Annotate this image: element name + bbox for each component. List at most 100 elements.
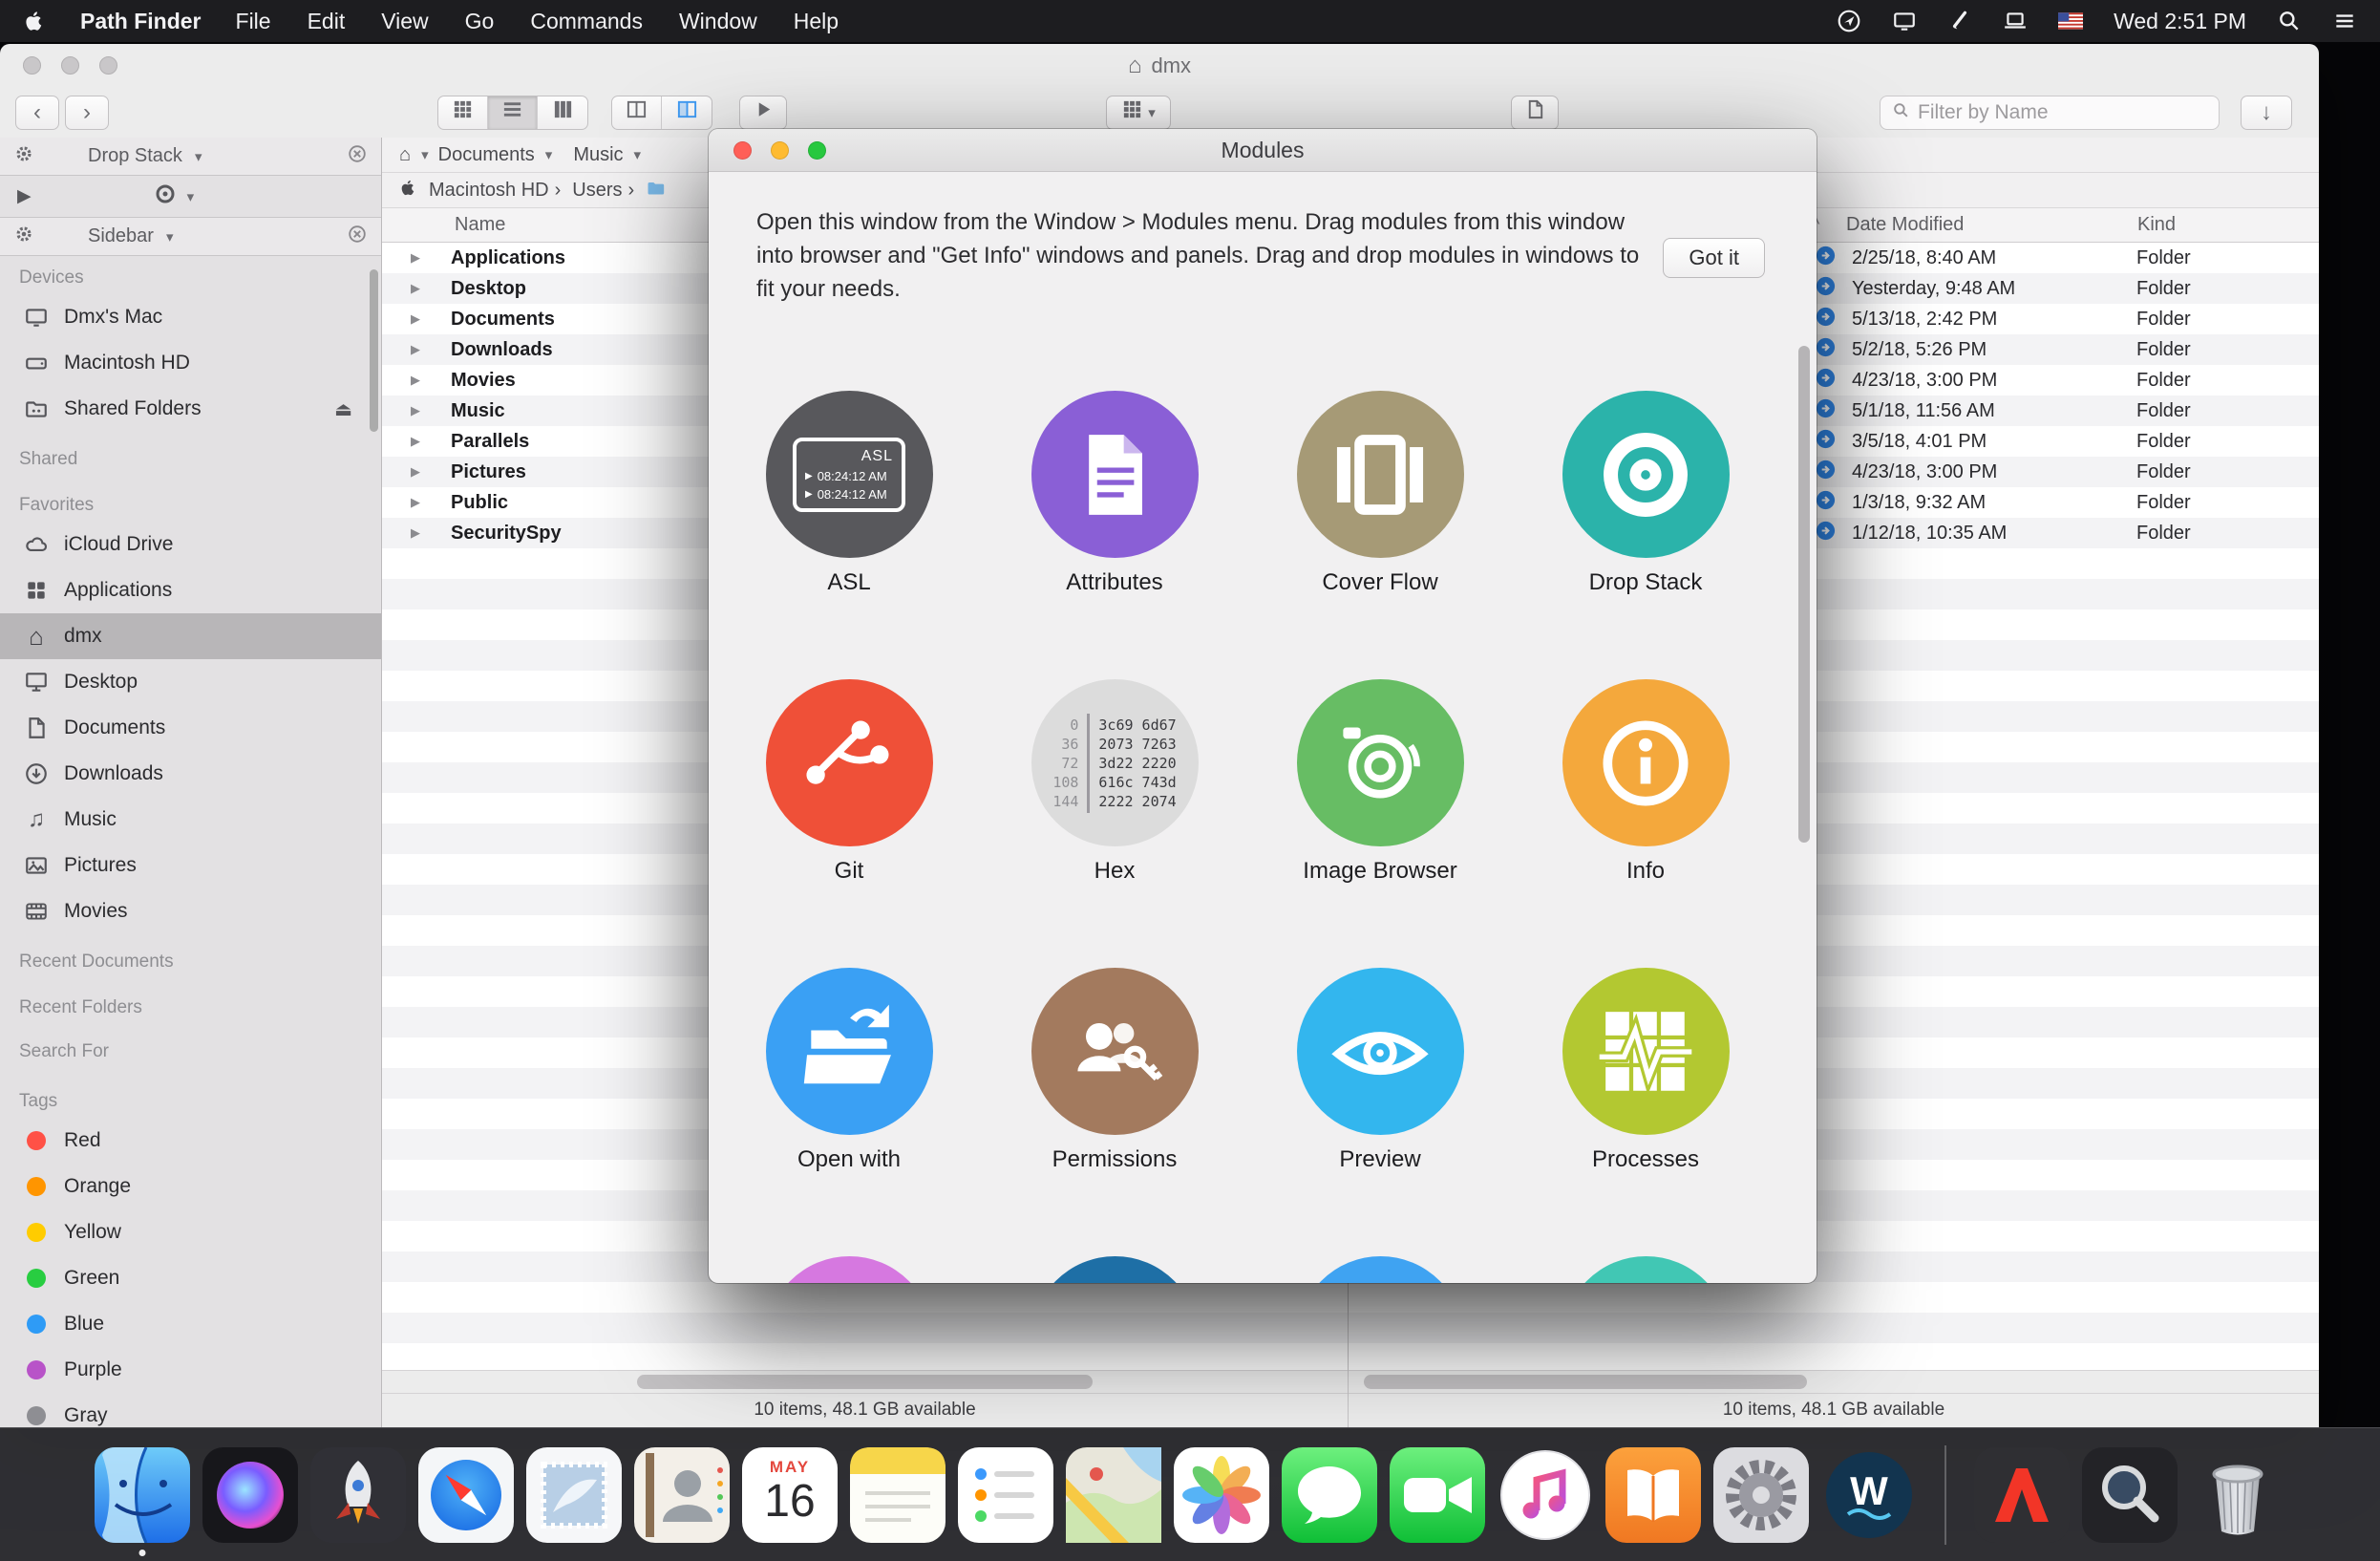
module-tile[interactable]: Attributes xyxy=(982,391,1247,598)
module-icon[interactable] xyxy=(1562,968,1730,1135)
dock-item[interactable] xyxy=(1282,1447,1377,1543)
breadcrumb-item[interactable]: Music▾ xyxy=(573,144,641,166)
dock-item[interactable] xyxy=(202,1447,298,1543)
module-tile[interactable]: Permissions xyxy=(982,968,1247,1175)
breadcrumb-item[interactable]: Documents▾ xyxy=(438,144,553,166)
menu-bar-clock[interactable]: Wed 2:51 PM xyxy=(2114,9,2246,34)
column-header-name[interactable]: Name xyxy=(455,208,505,242)
module-tile[interactable]: Preview xyxy=(1247,968,1513,1175)
disclosure-triangle-icon[interactable]: ▶ xyxy=(411,434,426,449)
play-toolbar-button[interactable] xyxy=(739,96,787,130)
laptop-status-icon[interactable] xyxy=(2003,9,2028,33)
sidebar-item-favorite[interactable]: ⌂ dmx xyxy=(0,613,381,659)
breadcrumb-home[interactable]: ⌂▾ xyxy=(399,144,429,166)
close-button[interactable] xyxy=(23,56,41,75)
dock-item[interactable]: MAY16 xyxy=(742,1447,838,1543)
sidebar-item-favorite[interactable]: iCloud Drive xyxy=(0,522,381,567)
menu-item[interactable]: Window xyxy=(679,9,757,34)
dock-item[interactable] xyxy=(1713,1447,1809,1543)
single-pane-button[interactable] xyxy=(612,96,662,129)
dock-item[interactable] xyxy=(2190,1447,2285,1543)
disclosure-triangle-icon[interactable]: ▶ xyxy=(411,495,426,510)
module-icon[interactable] xyxy=(1297,391,1464,558)
module-tile[interactable]: Processes xyxy=(1513,968,1778,1175)
window-titlebar[interactable]: ⌂dmx xyxy=(0,44,2319,88)
module-icon[interactable] xyxy=(1031,391,1199,558)
dock-item[interactable] xyxy=(1498,1447,1593,1543)
module-icon[interactable] xyxy=(1031,1256,1199,1283)
dialog-titlebar[interactable]: Modules xyxy=(709,129,1817,172)
section-recent-folders[interactable]: Recent Folders xyxy=(0,992,381,1024)
minimize-button[interactable] xyxy=(771,141,789,160)
play-icon[interactable]: ▶ xyxy=(17,185,32,207)
module-tile[interactable]: Open with xyxy=(716,968,982,1175)
module-icon[interactable]: 036721081443c69 6d672073 72633d22 222061… xyxy=(1031,679,1199,846)
disclosure-triangle-icon[interactable]: ▶ xyxy=(411,525,426,541)
section-recent-documents[interactable]: Recent Documents xyxy=(0,946,381,978)
module-icon[interactable] xyxy=(1031,968,1199,1135)
column-header-date-modified[interactable]: Date Modified xyxy=(1846,208,1964,242)
menu-item[interactable]: Help xyxy=(794,9,839,34)
close-panel-icon[interactable] xyxy=(347,224,368,250)
sidebar-item-favorite[interactable]: Downloads xyxy=(0,751,381,797)
path-segment[interactable]: Macintosh HD› xyxy=(429,180,561,202)
sidebar-item-favorite[interactable]: ♫ Music xyxy=(0,797,381,843)
module-tile-partial[interactable] xyxy=(1247,1256,1513,1283)
module-icon[interactable] xyxy=(1297,968,1464,1135)
module-icon[interactable] xyxy=(1562,391,1730,558)
module-tile[interactable]: Image Browser xyxy=(1247,679,1513,887)
got-it-button[interactable]: Got it xyxy=(1663,238,1765,278)
sidebar-item-favorite[interactable]: Applications xyxy=(0,567,381,613)
dock-item[interactable] xyxy=(526,1447,622,1543)
scrollbar-thumb[interactable] xyxy=(1364,1375,1807,1389)
zoom-button[interactable] xyxy=(99,56,117,75)
menu-item[interactable]: Edit xyxy=(308,9,346,34)
gear-icon[interactable] xyxy=(13,143,34,170)
dual-pane-button[interactable] xyxy=(662,96,712,129)
module-icon[interactable] xyxy=(1297,1256,1464,1283)
eject-icon[interactable]: ⏏ xyxy=(334,397,352,421)
back-button[interactable]: ‹ xyxy=(15,96,59,130)
icon-view-button[interactable] xyxy=(438,96,488,129)
forward-button[interactable]: › xyxy=(65,96,109,130)
module-tile[interactable]: Cover Flow xyxy=(1247,391,1513,598)
module-icon[interactable]: ASL▶08:24:12 AM▶08:24:12 AM xyxy=(766,391,933,558)
pen-status-icon[interactable] xyxy=(1947,9,1972,33)
sidebar-item-favorite[interactable]: Documents xyxy=(0,705,381,751)
app-menu-title[interactable]: Path Finder xyxy=(80,9,202,34)
module-icon[interactable] xyxy=(766,679,933,846)
chevron-down-icon[interactable]: ▾ xyxy=(187,188,195,205)
column-view-button[interactable] xyxy=(538,96,587,129)
minimize-button[interactable] xyxy=(61,56,79,75)
dock-item[interactable] xyxy=(1066,1447,1161,1543)
column-header-kind[interactable]: Kind xyxy=(2137,208,2176,242)
dock-item[interactable] xyxy=(2082,1447,2178,1543)
module-icon[interactable] xyxy=(766,1256,933,1283)
chevron-down-icon[interactable]: ▾ xyxy=(166,228,174,246)
disclosure-triangle-icon[interactable]: ▶ xyxy=(411,464,426,480)
dock-item[interactable] xyxy=(418,1447,514,1543)
module-tile[interactable]: Git xyxy=(716,679,982,887)
sidebar-item-tag[interactable]: Yellow xyxy=(0,1209,381,1255)
sidebar-item-tag[interactable]: Blue xyxy=(0,1301,381,1347)
sidebar-item-device[interactable]: Shared Folders ⏏ xyxy=(0,386,381,432)
module-icon[interactable] xyxy=(1297,679,1464,846)
scrollbar-thumb[interactable] xyxy=(637,1375,1093,1389)
download-button[interactable]: ↓ xyxy=(2241,96,2292,130)
menu-item[interactable]: Commands xyxy=(530,9,643,34)
sidebar-item-tag[interactable]: Purple xyxy=(0,1347,381,1393)
dock-item[interactable] xyxy=(634,1447,730,1543)
menu-item[interactable]: View xyxy=(381,9,428,34)
dock-item[interactable] xyxy=(1390,1447,1485,1543)
module-tile[interactable]: Info xyxy=(1513,679,1778,887)
dock-item[interactable] xyxy=(1174,1447,1269,1543)
sidebar-item-favorite[interactable]: Movies xyxy=(0,888,381,934)
disclosure-triangle-icon[interactable]: ▶ xyxy=(411,403,426,418)
apple-menu-icon[interactable] xyxy=(23,10,46,32)
dock-item[interactable] xyxy=(310,1447,406,1543)
dialog-scrollbar-thumb[interactable] xyxy=(1798,346,1810,843)
dock-item[interactable] xyxy=(95,1447,190,1543)
menu-item[interactable]: Go xyxy=(465,9,495,34)
filter-input[interactable] xyxy=(1918,101,2207,124)
display-status-icon[interactable] xyxy=(1892,9,1917,33)
